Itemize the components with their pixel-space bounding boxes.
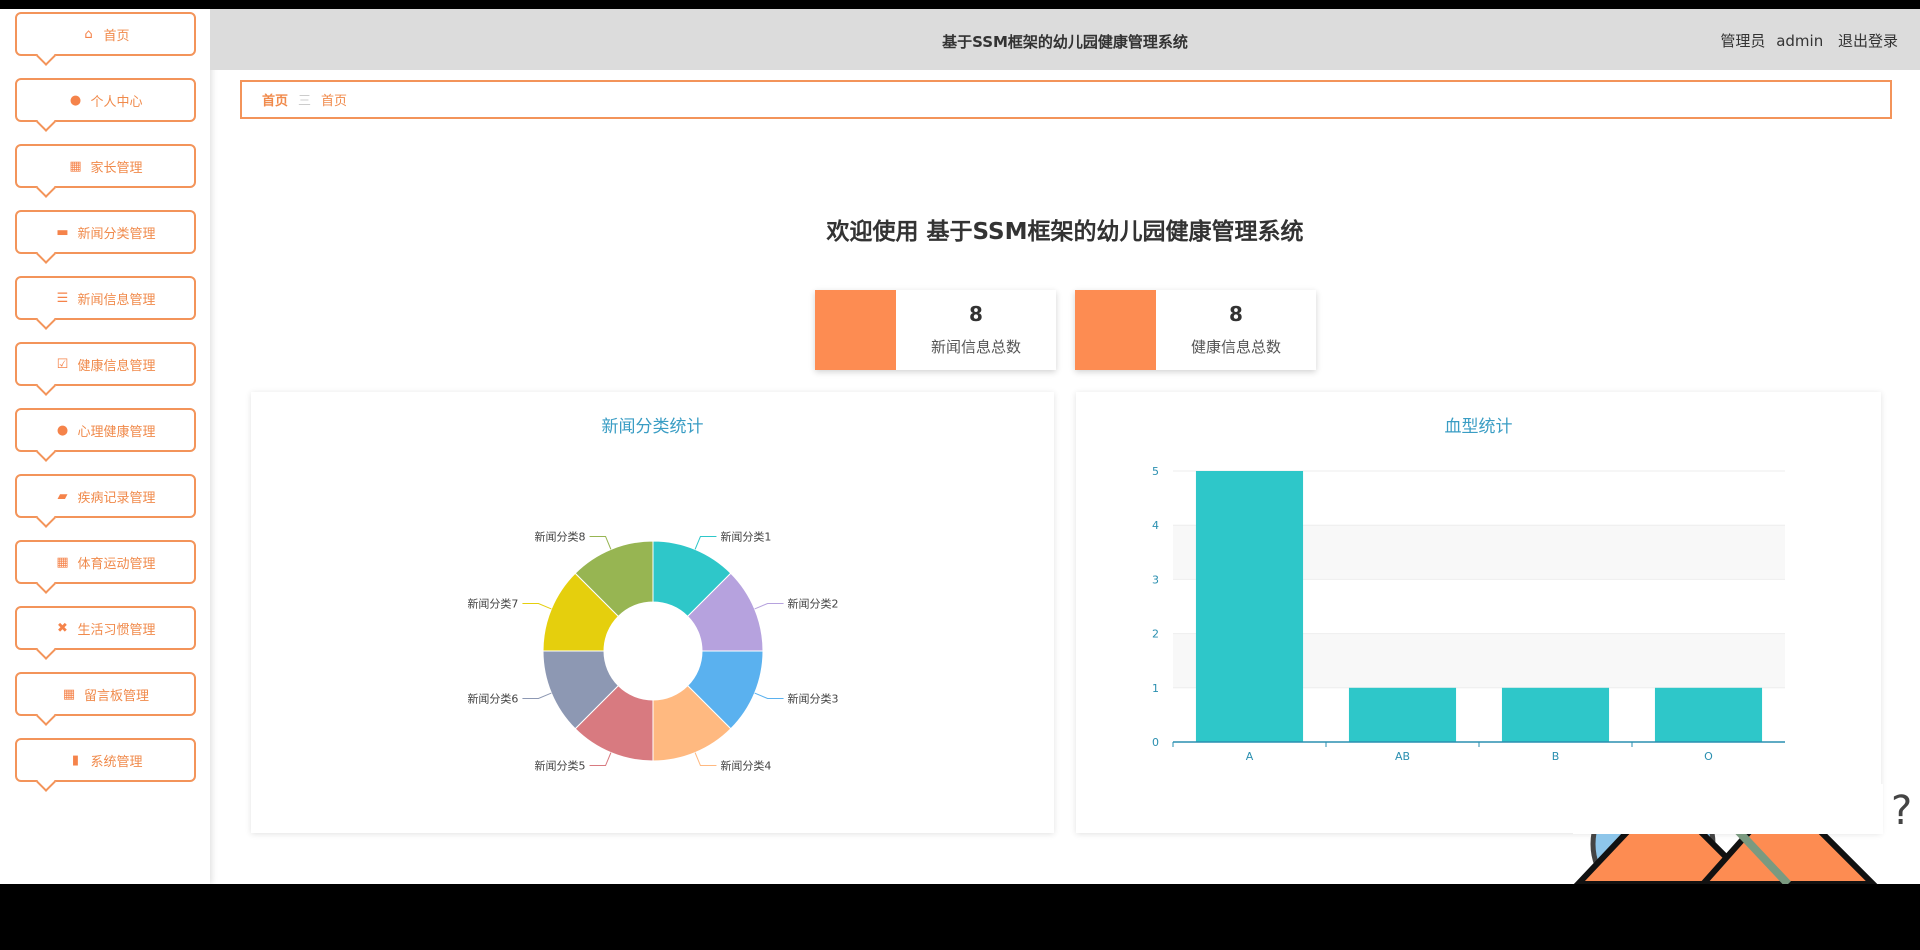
x-tick-label: A — [1246, 750, 1254, 763]
sidebar-item-label: 健康信息管理 — [77, 358, 156, 374]
pie-label: 新闻分类4 — [720, 759, 771, 773]
sidebar-item-6[interactable]: ☑ 健康信息管理 — [15, 342, 196, 386]
label-line — [589, 752, 612, 767]
taskbar — [0, 884, 1920, 950]
grid-icon: ▦ — [69, 158, 82, 174]
bar-chart: 0 1 2 3 4 5 A AB B O — [1152, 465, 1785, 763]
pie-label: 新闻分类2 — [788, 597, 839, 611]
sidebar-item-7[interactable]: ● 心理健康管理 — [15, 408, 196, 452]
y-tick-label: 0 — [1152, 736, 1159, 749]
pie-label: 新闻分类3 — [788, 691, 839, 705]
sidebar-item-9[interactable]: ▦ 体育运动管理 — [15, 540, 196, 584]
pie-label: 新闻分类6 — [467, 691, 518, 705]
stat-color-block — [815, 290, 896, 370]
ticket-icon: ✖ — [57, 620, 68, 636]
label-line — [522, 692, 552, 699]
bar-A[interactable] — [1195, 471, 1304, 742]
sidebar-item-10[interactable]: ✖ 生活习惯管理 — [15, 606, 196, 650]
y-tick-label: 3 — [1152, 573, 1159, 586]
sidebar-item-label: 生活习惯管理 — [77, 622, 156, 638]
sidebar-item-label: 家长管理 — [90, 160, 143, 176]
wallet-icon: ▰ — [57, 488, 68, 504]
bar-O[interactable] — [1654, 687, 1763, 742]
stat-label: 健康信息总数 — [1190, 338, 1281, 356]
sidebar-item-label: 体育运动管理 — [77, 556, 156, 572]
pie-label: 新闻分类8 — [535, 529, 586, 543]
page-title: 欢迎使用 基于SSM框架的幼儿园健康管理系统 — [826, 219, 1304, 245]
stat-value: 8 — [969, 302, 983, 326]
logout-button[interactable]: 退出登录 — [1838, 32, 1898, 50]
pie-label: 新闻分类5 — [535, 759, 586, 773]
sidebar-item-5[interactable]: ☰ 新闻信息管理 — [15, 276, 196, 320]
pie-label: 新闻分类1 — [720, 529, 771, 543]
stat-card-health: 8 健康信息总数 — [1075, 290, 1316, 370]
bar-B[interactable] — [1501, 687, 1610, 742]
sidebar-item-12[interactable]: ▮ 系统管理 — [15, 738, 196, 782]
label-line — [754, 692, 784, 699]
label-line — [522, 603, 552, 610]
y-tick-label: 1 — [1152, 682, 1159, 695]
x-tick-label: O — [1704, 750, 1713, 763]
clipboard-check-icon: ☑ — [56, 356, 69, 372]
pie-label: 新闻分类7 — [467, 597, 518, 611]
y-tick-label: 5 — [1152, 465, 1159, 478]
label-line — [694, 535, 717, 550]
tag-icon: ▬ — [56, 224, 69, 240]
stat-value: 8 — [1229, 302, 1243, 326]
pie-chart: 新闻分类1 新闻分类2 新闻分类3 新闻分类4 新闻分类5 新闻分类6 新闻分类7 新闻分类8 — [467, 529, 839, 773]
chart-title: 血型统计 — [1444, 417, 1513, 437]
chart-title: 新闻分类统计 — [601, 417, 704, 437]
sidebar-item-4[interactable]: ▬ 新闻分类管理 — [15, 210, 196, 254]
breadcrumb-separator: 三 — [298, 94, 312, 109]
sidebar-item-label: 新闻分类管理 — [77, 226, 156, 242]
app-title: 基于SSM框架的幼儿园健康管理系统 — [942, 33, 1188, 51]
user-icon: ● — [69, 92, 82, 108]
sidebar-item-8[interactable]: ▰ 疾病记录管理 — [15, 474, 196, 518]
sidebar: ⌂ 首页 ● 个人中心 ▦ 家长管理 ▬ 新闻分类管理 ☰ 新闻信息管理 ☑ 健康信息管理 ● 心理健康管… — [0, 9, 210, 884]
sidebar-item-label: 首页 — [103, 28, 130, 44]
sidebar-item-3[interactable]: ▦ 家长管理 — [15, 144, 196, 188]
stat-card-news: 8 新闻信息总数 — [815, 290, 1056, 370]
x-tick-label: B — [1552, 750, 1560, 763]
blood-type-chart-card: 血型统计 0 1 2 3 4 5 A AB B O — [1076, 392, 1881, 833]
stat-color-block — [1075, 290, 1156, 370]
x-tick-label: AB — [1395, 750, 1410, 763]
mountain-illustration: ? — [1573, 784, 1912, 884]
sidebar-item-label: 新闻信息管理 — [77, 292, 156, 308]
sidebar-item-label: 个人中心 — [90, 94, 143, 110]
sidebar-item-label: 疾病记录管理 — [77, 490, 156, 506]
home-icon: ⌂ — [84, 26, 93, 42]
sidebar-item-label: 系统管理 — [90, 754, 143, 770]
bar-AB[interactable] — [1348, 687, 1457, 742]
news-category-chart-card: 新闻分类统计 新闻分类1 新闻分类2 新闻分类3 新闻分类4 新闻分类5 新闻分类6 新闻分… — [251, 392, 1054, 833]
breadcrumb: 首页 三 首页 — [240, 80, 1892, 119]
user-role: 管理员 — [1720, 32, 1766, 50]
label-line — [694, 752, 717, 767]
window-top-bar — [0, 0, 1920, 9]
svg-text:?: ? — [1891, 788, 1912, 834]
sidebar-item-label: 留言板管理 — [83, 688, 149, 704]
sidebar-item-label: 心理健康管理 — [77, 424, 156, 440]
apps-icon: ▦ — [56, 554, 69, 570]
sidebar-item-1[interactable]: ⌂ 首页 — [15, 12, 196, 56]
label-line — [589, 535, 612, 550]
y-tick-label: 2 — [1152, 628, 1159, 641]
stat-label: 新闻信息总数 — [930, 338, 1021, 356]
username: admin — [1776, 32, 1824, 50]
sidebar-item-11[interactable]: ▦ 留言板管理 — [15, 672, 196, 716]
y-tick-label: 4 — [1152, 519, 1159, 532]
sidebar-item-2[interactable]: ● 个人中心 — [15, 78, 196, 122]
grid-icon: ▦ — [62, 686, 76, 702]
breadcrumb-home[interactable]: 首页 — [262, 90, 288, 109]
book-icon: ▮ — [71, 752, 80, 768]
heart-icon: ● — [56, 422, 69, 438]
label-line — [754, 603, 784, 610]
header: 基于SSM框架的幼儿园健康管理系统 管理员 admin 退出登录 — [210, 9, 1920, 70]
breadcrumb-current: 首页 — [321, 94, 348, 109]
list-icon: ☰ — [56, 290, 69, 306]
